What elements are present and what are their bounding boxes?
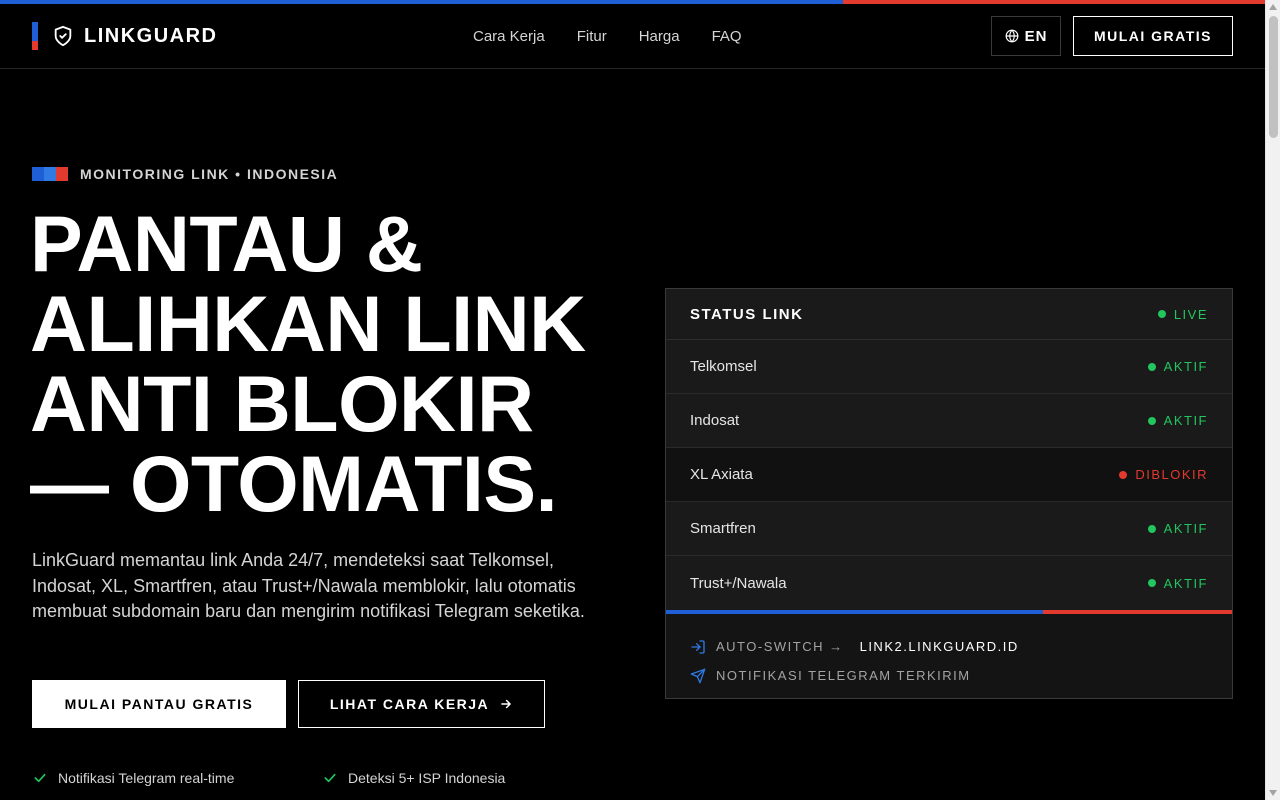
isp-row: Smartfren AKTIF — [666, 502, 1232, 556]
brand-logo[interactable]: LINKGUARD — [32, 22, 218, 50]
telegram-label: NOTIFIKASI TELEGRAM TERKIRIM — [716, 668, 971, 683]
hero-title-line: ALIHKAN LINK — [30, 279, 586, 368]
how-it-works-label: LIHAT CARA KERJA — [329, 696, 490, 712]
language-label: EN — [1024, 27, 1048, 45]
main-nav: Cara Kerja Fitur Harga FAQ — [473, 28, 742, 45]
status-badge: AKTIF — [1147, 413, 1208, 428]
status-badge: AKTIF — [1147, 575, 1208, 591]
isp-row: XL Axiata DIBLOKIR — [666, 448, 1232, 502]
start-free-button[interactable]: MULAI GRATIS — [1073, 16, 1233, 56]
language-button[interactable]: EN — [991, 16, 1061, 56]
status-badge: AKTIF — [1147, 359, 1208, 374]
isp-name: XL Axiata — [690, 466, 753, 483]
login-arrow-icon — [691, 639, 705, 654]
status-badge: AKTIF — [1147, 521, 1208, 536]
how-it-works-button[interactable]: LIHAT CARA KERJA — [298, 680, 545, 728]
isp-name: Smartfren — [690, 520, 756, 537]
isp-row: Trust+/Nawala AKTIF — [666, 556, 1232, 610]
brand-stripe — [32, 22, 38, 50]
hero-title-line: ANTI BLOKIR — [30, 359, 534, 448]
live-dot — [1157, 310, 1166, 318]
status-label: DIBLOKIR — [1135, 467, 1208, 482]
hero-eyebrow: MONITORING LINK • INDONESIA — [32, 166, 338, 182]
scrollbar-thumb[interactable] — [1269, 16, 1278, 138]
isp-name: Telkomsel — [690, 358, 757, 375]
status-dot — [1147, 362, 1156, 371]
status-label: AKTIF — [1163, 359, 1208, 374]
status-card-header: STATUS LINK LIVE — [666, 289, 1232, 340]
status-dot — [1147, 416, 1156, 425]
feature-label: Deteksi 5+ ISP Indonesia — [348, 770, 506, 786]
telegram-line: NOTIFIKASI TELEGRAM TERKIRIM — [690, 661, 1208, 690]
status-card-title: STATUS LINK — [690, 305, 804, 323]
status-dot — [1119, 470, 1128, 479]
check-icon — [34, 773, 46, 783]
globe-icon — [1005, 29, 1018, 43]
live-badge: LIVE — [1157, 306, 1208, 322]
eyebrow-text: MONITORING LINK • INDONESIA — [80, 166, 339, 182]
page-scrollbar[interactable] — [1265, 0, 1280, 800]
brand-name: LINKGUARD — [84, 24, 218, 47]
status-badge: DIBLOKIR — [1119, 467, 1208, 482]
check-icon — [324, 773, 336, 783]
isp-name: Trust+/Nawala — [690, 574, 787, 592]
status-card-footer: AUTO-SWITCH → LINK2.LINKGUARD.ID NOTIFIK… — [666, 614, 1232, 690]
feature-label: Notifikasi Telegram real-time — [58, 770, 235, 786]
live-label: LIVE — [1173, 306, 1208, 322]
nav-link-cara-kerja[interactable]: Cara Kerja — [473, 28, 545, 45]
status-dot — [1147, 579, 1156, 587]
status-label: AKTIF — [1163, 521, 1208, 536]
eyebrow-flag — [32, 167, 68, 181]
send-icon — [690, 668, 706, 683]
nav-link-fitur[interactable]: Fitur — [577, 28, 607, 45]
hero-description: LinkGuard memantau link Anda 24/7, mende… — [32, 550, 585, 621]
arrow-right-icon — [501, 699, 511, 709]
hero-title-line: PANTAU & — [30, 199, 423, 288]
nav-link-harga[interactable]: Harga — [639, 28, 680, 45]
status-label: AKTIF — [1163, 575, 1208, 591]
isp-row: Indosat AKTIF — [666, 394, 1232, 448]
scroll-down-icon[interactable] — [1269, 790, 1277, 796]
status-card: STATUS LINK LIVE Telkomsel AKTIF Indosat… — [665, 288, 1233, 699]
status-divider-bar — [666, 610, 1232, 614]
shield-check-icon — [54, 25, 72, 47]
auto-switch-label: AUTO-SWITCH → — [716, 639, 844, 654]
start-monitoring-button[interactable]: MULAI PANTAU GRATIS — [32, 680, 286, 728]
hero-title: PANTAU & ALIHKAN LINK ANTI BLOKIR — OTOM… — [30, 204, 586, 524]
status-dot — [1147, 524, 1156, 533]
feature-item: Deteksi 5+ ISP Indonesia — [322, 770, 505, 786]
isp-name: Indosat — [690, 412, 740, 429]
feature-checklist: Notifikasi Telegram real-time Deteksi 5+… — [32, 770, 505, 786]
feature-item: Notifikasi Telegram real-time — [32, 770, 322, 786]
hero-title-line: — OTOMATIS. — [30, 439, 558, 528]
scroll-up-icon[interactable] — [1269, 4, 1277, 10]
site-header: LINKGUARD Cara Kerja Fitur Harga FAQ EN … — [0, 4, 1265, 69]
auto-switch-target: LINK2.LINKGUARD.ID — [859, 639, 1019, 654]
status-label: AKTIF — [1163, 413, 1208, 428]
nav-link-faq[interactable]: FAQ — [712, 28, 742, 45]
auto-switch-line: AUTO-SWITCH → LINK2.LINKGUARD.ID — [690, 632, 1208, 661]
isp-row: Telkomsel AKTIF — [666, 340, 1232, 394]
